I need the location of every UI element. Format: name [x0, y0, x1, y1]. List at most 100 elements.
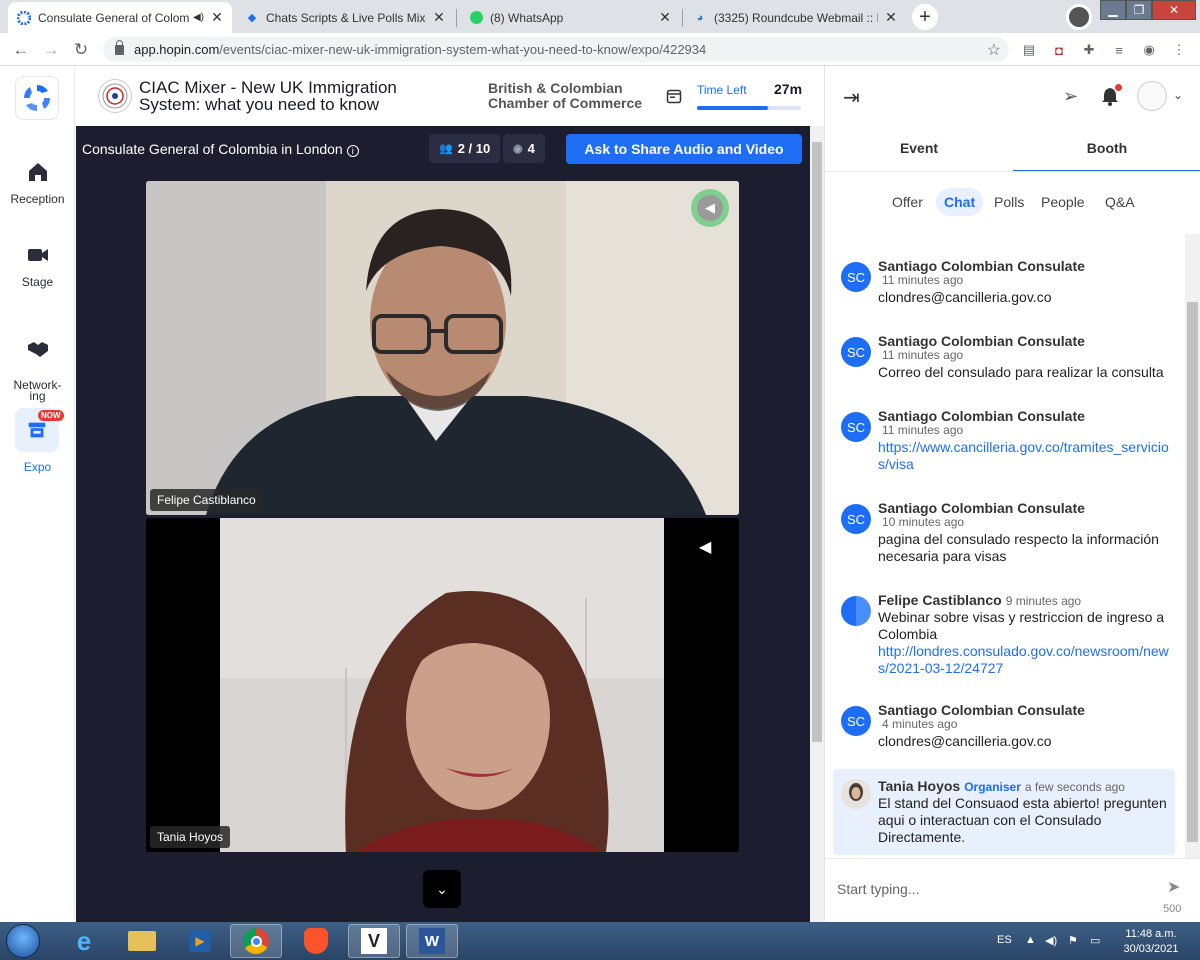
tab-event[interactable]: Event: [825, 128, 1013, 172]
booth-icon: [28, 422, 46, 438]
stage-scrollbar[interactable]: [810, 126, 824, 922]
ask-to-share-button[interactable]: Ask to Share Audio and Video: [566, 134, 802, 164]
close-tab-icon[interactable]: ✕: [884, 9, 898, 26]
word-app-icon[interactable]: W: [406, 924, 458, 958]
chat-scroll-thumb[interactable]: [1187, 302, 1198, 842]
author-name: Tania Hoyos: [878, 778, 961, 794]
forward-arrow-icon[interactable]: →: [40, 39, 62, 61]
author-avatar: SC: [841, 412, 871, 442]
subtab-offer[interactable]: Offer: [884, 188, 931, 216]
browser-tab[interactable]: (8) WhatsApp ✕: [460, 2, 680, 33]
network-icon[interactable]: ▭: [1090, 934, 1100, 947]
clock-time[interactable]: 11:48 a.m.: [1116, 928, 1186, 940]
people-icon: 👥: [439, 143, 453, 155]
url-omnibox[interactable]: app.hopin.com/events/ciac-mixer-new-uk-i…: [103, 37, 1009, 62]
chat-scrollbar[interactable]: [1185, 234, 1200, 858]
bookmark-star-icon[interactable]: ☆: [987, 40, 1001, 60]
author-avatar: SC: [841, 706, 871, 736]
media-player-icon[interactable]: ▶: [174, 924, 226, 958]
time-left-value: 27m: [774, 81, 803, 97]
pdf-extension-icon[interactable]: ▤: [1020, 41, 1038, 59]
organizer-name: British & Colombian Chamber of Commerce: [488, 80, 643, 111]
profile-avatar-icon[interactable]: ◉: [1140, 41, 1158, 59]
message-link[interactable]: http://londres.consulado.gov.co/newsroom…: [878, 643, 1170, 677]
vimeo-app-icon[interactable]: V: [348, 924, 400, 958]
restore-window-button[interactable]: ❐: [1126, 0, 1152, 20]
user-avatar[interactable]: [1137, 81, 1167, 111]
chat-input[interactable]: [837, 875, 1137, 903]
show-hidden-icons-icon[interactable]: ▲: [1025, 934, 1036, 946]
video-tile[interactable]: ◀ Felipe Castiblanco: [146, 181, 739, 515]
calendar-icon[interactable]: [666, 88, 682, 104]
tab-booth[interactable]: Booth: [1013, 128, 1200, 172]
audio-speaker-icon: ◀: [699, 539, 712, 556]
dropbox-favicon-icon: ◆: [247, 12, 257, 24]
video-tile[interactable]: ◀ Tania Hoyos: [146, 518, 739, 852]
volume-icon[interactable]: ◀): [1045, 934, 1057, 947]
message-author: Felipe Castiblanco 9 minutes ago: [878, 592, 1081, 608]
message-author: Tania Hoyos Organiser a few seconds ago: [878, 778, 1125, 794]
back-arrow-icon[interactable]: ←: [10, 39, 32, 61]
nav-item-label: Stage: [21, 275, 54, 289]
hopin-logo-icon[interactable]: [15, 76, 59, 120]
close-tab-icon[interactable]: ✕: [210, 9, 224, 26]
brave-browser-icon[interactable]: [290, 924, 342, 958]
close-tab-icon[interactable]: ✕: [658, 9, 672, 26]
message-text: El stand del Consuaod esta abierto! preg…: [878, 795, 1167, 845]
author-name: Felipe Castiblanco: [878, 592, 1002, 608]
new-tab-button[interactable]: +: [912, 4, 938, 30]
message-author: Santiago Colombian Consulate: [878, 258, 1085, 274]
message-text: pagina del consulado respecto la informa…: [878, 531, 1159, 564]
viewers-count: ◉ 4: [503, 134, 545, 163]
browser-tab[interactable]: ◕ (3325) Roundcube Webmail :: Inb ✕: [684, 2, 906, 33]
language-indicator[interactable]: ES: [997, 934, 1012, 946]
info-icon[interactable]: i: [346, 145, 359, 157]
start-button-icon[interactable]: [6, 924, 40, 958]
whatsapp-favicon-icon: [468, 10, 484, 26]
subtab-chat[interactable]: Chat: [936, 188, 984, 216]
character-count: 500: [1163, 903, 1182, 915]
chat-message: SC Santiago Colombian Consulate 4 minute…: [833, 702, 1175, 764]
close-window-button[interactable]: ✕: [1152, 0, 1196, 20]
nav-item-stage[interactable]: Stage: [0, 243, 75, 289]
close-tab-icon[interactable]: ✕: [432, 9, 446, 26]
subtab-polls[interactable]: Polls: [986, 188, 1032, 216]
minimize-window-button[interactable]: ▁: [1100, 0, 1126, 20]
author-avatar: SC: [841, 262, 871, 292]
browser-tab[interactable]: Consulate General of Colomb ◀) ✕: [8, 2, 232, 33]
pocket-extension-icon[interactable]: ◘: [1050, 41, 1068, 59]
video-feed-felipe: [146, 181, 739, 515]
stage-scroll-thumb[interactable]: [812, 142, 822, 742]
nav-item-networking[interactable]: Network- ing: [0, 326, 75, 402]
action-center-flag-icon[interactable]: ⚑: [1068, 934, 1078, 947]
chevron-down-icon[interactable]: ⌄: [1173, 88, 1183, 102]
subtab-qa[interactable]: Q&A: [1097, 188, 1143, 216]
paper-plane-icon[interactable]: ➢: [1063, 86, 1078, 107]
internet-explorer-icon[interactable]: e: [58, 924, 110, 958]
booth-stage: Consulate General of Colombia in London i…: [76, 126, 810, 922]
chrome-profile-icon[interactable]: [1066, 4, 1092, 30]
message-link[interactable]: https://www.cancilleria.gov.co/tramites_…: [878, 439, 1170, 473]
send-message-icon[interactable]: ➤: [1167, 877, 1180, 897]
extensions-puzzle-icon[interactable]: ✚: [1080, 41, 1098, 59]
nav-item-reception[interactable]: Reception: [0, 160, 75, 206]
handshake-icon: [27, 342, 48, 357]
chevron-down-icon[interactable]: ⌄: [423, 870, 461, 908]
time-left-progress-fill: [697, 106, 768, 110]
chat-message: SC Santiago Colombian Consulate 11 minut…: [833, 258, 1175, 320]
chrome-menu-icon[interactable]: ⋮: [1170, 41, 1188, 59]
camera-icon: [27, 249, 48, 261]
time-left-label: Time Left: [697, 83, 747, 97]
chrome-taskbar-icon[interactable]: [230, 924, 282, 958]
browser-tab[interactable]: ◆ Chats Scripts & Live Polls Mixer F ✕: [236, 2, 454, 33]
file-explorer-icon[interactable]: [116, 924, 168, 958]
reading-list-icon[interactable]: ≡: [1110, 41, 1128, 59]
speaker-icon: ◀): [192, 12, 204, 23]
reload-icon[interactable]: ↻: [70, 39, 92, 61]
collapse-panel-icon[interactable]: ⇥: [843, 85, 860, 110]
time-left-progress: [697, 106, 801, 110]
subtab-people[interactable]: People: [1033, 188, 1093, 216]
chat-composer: ➤ 500: [825, 858, 1200, 922]
lock-icon: [115, 39, 124, 55]
clock-date[interactable]: 30/03/2021: [1116, 943, 1186, 955]
